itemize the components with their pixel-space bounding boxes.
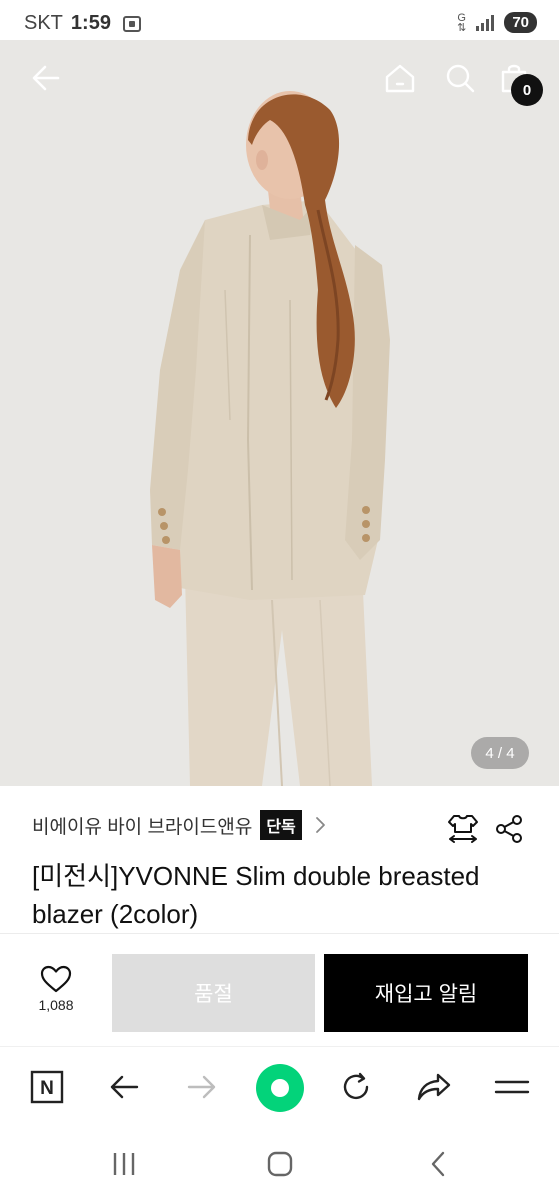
search-icon	[446, 64, 475, 93]
heart-icon	[40, 965, 72, 993]
home-icon	[385, 64, 415, 93]
like-count: 1,088	[38, 997, 74, 1013]
cart-count-badge: 0	[511, 74, 543, 106]
back-button[interactable]	[28, 60, 64, 96]
divider	[0, 933, 559, 934]
browser-toolbar: N	[0, 1046, 559, 1128]
status-left: SKT 1:59	[24, 12, 141, 35]
browser-menu-button[interactable]	[490, 1065, 534, 1109]
browser-back-button[interactable]	[102, 1065, 146, 1109]
product-photo	[0, 40, 559, 786]
network-type-icon: G ⇅	[457, 11, 467, 34]
home-button[interactable]	[382, 60, 418, 96]
brand-link[interactable]: 비에이유 바이 브라이드앤유 단독	[32, 810, 330, 840]
battery-indicator: 70	[504, 12, 537, 33]
green-dot-button[interactable]	[256, 1064, 304, 1112]
size-guide-icon[interactable]	[446, 812, 480, 846]
naver-n-icon: N	[30, 1070, 64, 1104]
brand-name: 비에이유 바이 브라이드앤유	[32, 816, 253, 838]
browser-forward-button[interactable]	[180, 1065, 224, 1109]
system-home-button[interactable]	[260, 1148, 300, 1180]
system-back-icon	[431, 1151, 445, 1177]
arrow-right-icon	[187, 1075, 216, 1099]
recent-apps-button[interactable]	[104, 1148, 144, 1180]
screenshot-notification-icon	[122, 15, 141, 32]
exclusive-badge: 단독	[260, 810, 302, 840]
carrier-label: SKT	[24, 12, 63, 34]
product-title: [미전시]YVONNE Slim double breasted blazer …	[32, 861, 480, 929]
share-icon[interactable]	[494, 814, 524, 844]
like-button[interactable]: 1,088	[30, 965, 82, 1025]
gallery-page-indicator: 4 / 4	[471, 737, 529, 769]
arrow-left-icon	[110, 1075, 139, 1099]
reload-icon	[343, 1072, 369, 1100]
restock-alert-button[interactable]: 재입고 알림	[324, 954, 528, 1032]
system-home-icon	[267, 1151, 293, 1177]
chevron-right-icon	[315, 817, 325, 833]
status-right: G ⇅ 70	[457, 12, 537, 33]
forward-share-icon	[417, 1073, 451, 1101]
naver-home-button[interactable]: N	[25, 1065, 69, 1109]
search-button[interactable]	[442, 60, 478, 96]
back-arrow-icon	[32, 65, 60, 91]
svg-text:N: N	[40, 1078, 54, 1099]
menu-icon	[494, 1080, 530, 1094]
system-navigation-bar	[0, 1128, 559, 1200]
browser-share-button[interactable]	[412, 1065, 456, 1109]
signal-icon	[476, 14, 495, 31]
reload-button[interactable]	[334, 1065, 378, 1109]
status-bar: SKT 1:59 G ⇅ 70	[0, 0, 559, 44]
system-back-button[interactable]	[418, 1148, 458, 1180]
clock: 1:59	[70, 12, 111, 34]
product-image-gallery[interactable]: 4 / 4	[0, 40, 559, 786]
recent-apps-icon	[113, 1153, 135, 1175]
soldout-button: 품절	[112, 954, 315, 1032]
